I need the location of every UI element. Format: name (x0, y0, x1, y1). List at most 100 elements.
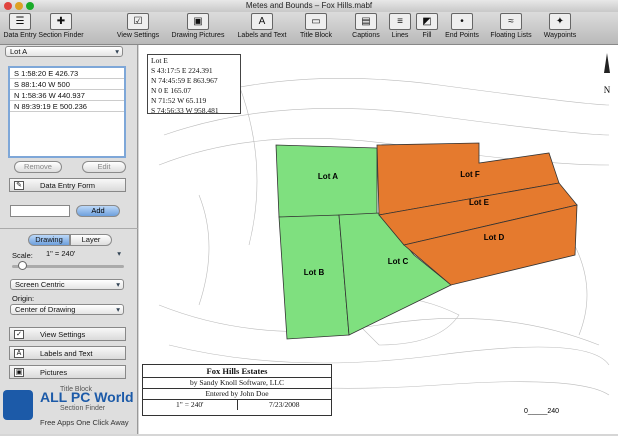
lot-a-parcel[interactable] (275, 144, 378, 218)
lot-f-label: Lot F (460, 170, 480, 179)
toolbar-fill-button[interactable]: ◩ Fill (416, 13, 438, 44)
lot-calls-legend: Lot E S 43:17:5 E 224.391 N 74:45:59 E 86… (147, 54, 241, 115)
scale-slider-track[interactable] (12, 265, 124, 268)
floating-lists-icon: ≈ (500, 13, 522, 30)
window-title: Metes and Bounds – Fox Hills.mabf (245, 1, 373, 10)
view-settings-icon: ☑ (127, 13, 149, 30)
toolbar-label: Waypoints (543, 32, 577, 39)
data-entry-icon: ☰ (9, 13, 31, 30)
edit-button[interactable]: Edit (82, 161, 126, 173)
toolbar: ☰ Data Entry ✚ Section Finder ☑ View Settings… (0, 12, 618, 45)
legend-call: N 0 E 165.07 (151, 86, 191, 95)
list-item[interactable]: N 1:58:36 W 440.937 (10, 90, 124, 101)
legend-call: N 74:45:59 E 863.967 (151, 76, 218, 85)
north-label: N (604, 85, 611, 95)
section-finder-icon: ✚ (50, 13, 72, 30)
toolbar-data-entry-button[interactable]: ☰ Data Entry (2, 13, 38, 44)
sidebar: Lot A S 1:58:20 E 426.73S 88:1:40 W 500N… (0, 45, 138, 434)
toolbar-label: Captions (352, 32, 380, 39)
toolbar-lines-button[interactable]: ≡ Lines (388, 13, 412, 44)
origin-label: Origin: (12, 294, 35, 303)
view-settings-button[interactable]: ✓ View Settings (9, 327, 126, 341)
toolbar-captions-button[interactable]: ▤ Captions (348, 13, 384, 44)
lot-e-label: Lot E (469, 198, 490, 207)
remove-button[interactable]: Remove (14, 161, 62, 173)
scale-bar: 0_____240 (524, 408, 559, 415)
toolbar-label: Section Finder (38, 32, 84, 39)
toolbar-labels-and-text-button[interactable]: A Labels and Text (233, 13, 291, 44)
title-block-author: by Sandy Knoll Software, LLC (143, 378, 331, 389)
north-arrow: N (604, 53, 611, 95)
lot-a-label: Lot A (318, 172, 338, 181)
toolbar-label: Title Block (299, 32, 333, 39)
waypoints-icon: ✦ (549, 13, 571, 30)
data-entry-form-button[interactable]: ✎ Data Entry Form (9, 178, 126, 192)
title-block-entered: Entered by John Doe (143, 389, 331, 400)
toolbar-label: View Settings (116, 32, 160, 39)
view-mode-select[interactable]: Screen Centric (10, 279, 124, 290)
svg-text:0_____240: 0_____240 (524, 408, 559, 415)
minimize-window-button[interactable] (15, 2, 23, 10)
toolbar-label: End Points (445, 32, 479, 39)
title-block-date: 7/23/2008 (269, 400, 300, 409)
zoom-window-button[interactable] (26, 2, 34, 10)
toolbar-label: Lines (391, 32, 409, 39)
watermark-brand: ALL PC World (40, 389, 134, 405)
add-button[interactable]: Add (76, 205, 120, 217)
scale-select[interactable]: 1" = 240' (42, 249, 124, 260)
close-window-button[interactable] (4, 2, 12, 10)
picture-icon: ▣ (187, 13, 209, 30)
toolbar-end-points-button[interactable]: • End Points (444, 13, 480, 44)
lot-c-label: Lot C (388, 257, 409, 266)
toolbar-label: Labels and Text (237, 32, 287, 39)
toolbar-floating-lists-button[interactable]: ≈ Floating Lists (488, 13, 534, 44)
scale-label: Scale: (12, 251, 33, 260)
list-item[interactable]: S 88:1:40 W 500 (10, 79, 124, 90)
toolbar-label: Drawing Pictures (171, 32, 225, 39)
lines-icon: ≡ (389, 13, 411, 30)
text-icon: A (14, 349, 24, 358)
scale-slider-thumb[interactable] (18, 261, 27, 270)
title-block-title: Fox Hills Estates (143, 365, 331, 378)
toolbar-label: Floating Lists (490, 32, 532, 39)
toolbar-label: Data Entry (3, 32, 37, 39)
toolbar-label: Fill (422, 32, 432, 39)
watermark-tagline: Free Apps One Click Away (40, 418, 129, 427)
toolbar-section-finder-button[interactable]: ✚ Section Finder (38, 13, 84, 44)
title-block-icon: ▭ (305, 13, 327, 30)
origin-select[interactable]: Center of Drawing (10, 304, 124, 315)
call-input[interactable] (10, 205, 70, 217)
tab-drawing[interactable]: Drawing (28, 234, 70, 246)
lot-select[interactable]: Lot A (5, 46, 123, 57)
title-block: Fox Hills Estates by Sandy Knoll Softwar… (142, 364, 332, 416)
lot-b-parcel[interactable] (278, 214, 350, 340)
end-points-icon: • (451, 13, 473, 30)
pictures-button[interactable]: ▣ Pictures (9, 365, 126, 379)
toolbar-title-block-button[interactable]: ▭ Title Block (295, 13, 337, 44)
window-titlebar: Metes and Bounds – Fox Hills.mabf (0, 0, 618, 12)
title-block-footer: 1" = 240' 7/23/2008 (143, 400, 331, 410)
watermark: ALL PC World Free Apps One Click Away (0, 384, 160, 434)
watermark-logo (3, 390, 33, 420)
tab-layer[interactable]: Layer (70, 234, 112, 246)
lot-d-label: Lot D (484, 233, 505, 242)
legend-call: S 43:17:5 E 224.391 (151, 66, 213, 75)
picture-icon: ▣ (14, 368, 24, 377)
checkbox-icon: ✓ (14, 330, 24, 339)
calls-list[interactable]: S 1:58:20 E 426.73 S 88:1:40 W 500 N 1:58:… (8, 66, 126, 158)
legend-call: S 74:56:33 W 958.481 (151, 106, 219, 115)
text-icon: A (251, 13, 273, 30)
toolbar-drawing-pictures-button[interactable]: ▣ Drawing Pictures (170, 13, 226, 44)
divider (0, 228, 138, 229)
legend-title: Lot E (151, 56, 168, 65)
lot-b-label: Lot B (304, 268, 325, 277)
list-item[interactable]: S 1:58:20 E 426.73 (10, 68, 124, 79)
legend-call: N 71:52 W 65.119 (151, 96, 207, 105)
toolbar-waypoints-button[interactable]: ✦ Waypoints (540, 13, 580, 44)
form-icon: ✎ (14, 181, 24, 190)
labels-text-button[interactable]: A Labels and Text (9, 346, 126, 360)
list-item[interactable]: N 89:39:19 E 500.236 (10, 101, 124, 112)
fill-icon: ◩ (416, 13, 438, 30)
captions-icon: ▤ (355, 13, 377, 30)
toolbar-view-settings-button[interactable]: ☑ View Settings (113, 13, 163, 44)
